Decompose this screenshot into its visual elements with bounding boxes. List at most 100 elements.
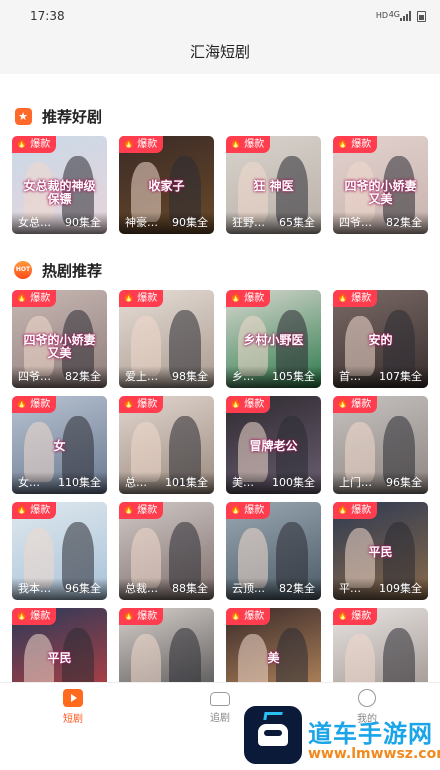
poster-title: 女 bbox=[53, 439, 66, 453]
episode-count: 98集全 bbox=[172, 370, 208, 383]
fire-icon: 🔥 bbox=[16, 399, 28, 409]
hot-badge: 🔥 爆款 bbox=[333, 502, 378, 519]
card-caption: 乡… 105集全 bbox=[226, 366, 321, 388]
poster-title: 美 bbox=[267, 651, 280, 665]
drama-card[interactable]: 🔥 爆款云顶… 82集全 bbox=[226, 502, 321, 600]
episode-count: 109集全 bbox=[379, 582, 422, 595]
poster-title: 狂 神医 bbox=[253, 179, 294, 193]
hot-badge: 🔥 爆款 bbox=[226, 136, 271, 153]
drama-card[interactable]: 🔥 爆款 bbox=[333, 608, 428, 682]
fire-icon: 🔥 bbox=[337, 611, 349, 621]
fire-icon: 🔥 bbox=[16, 139, 28, 149]
drama-name: 我本… bbox=[18, 582, 51, 595]
star-icon: ★ bbox=[14, 107, 32, 125]
badge-label: 爆款 bbox=[244, 293, 265, 304]
hot-badge: 🔥 爆款 bbox=[333, 396, 378, 413]
card-caption: 总裁… 88集全 bbox=[119, 578, 214, 600]
fire-icon: 🔥 bbox=[123, 293, 135, 303]
episode-count: 88集全 bbox=[172, 582, 208, 595]
card-caption: 狂野… 65集全 bbox=[226, 212, 321, 234]
drama-card[interactable]: 女总裁的神级保镖 🔥 爆款 女总… 90集全 bbox=[12, 136, 107, 234]
fire-icon: 🔥 bbox=[230, 293, 242, 303]
card-caption: 上门… 96集全 bbox=[333, 472, 428, 494]
drama-card[interactable]: 🔥 爆款 爱上… 98集全 bbox=[119, 290, 214, 388]
badge-label: 爆款 bbox=[30, 399, 51, 410]
hot-badge: 🔥 爆款 bbox=[119, 136, 164, 153]
drama-name: 女… bbox=[18, 476, 40, 489]
poster-title: 收家子 bbox=[148, 179, 185, 193]
card-caption: 平… 109集全 bbox=[333, 578, 428, 600]
badge-label: 爆款 bbox=[351, 505, 372, 516]
signal-type-label: 4G bbox=[388, 10, 400, 19]
section-recommended: ★ 推荐好剧 bbox=[14, 104, 102, 128]
drama-card[interactable]: 女 🔥 爆款 女… 110集全 bbox=[12, 396, 107, 494]
hot-badge: 🔥 爆款 bbox=[333, 136, 378, 153]
episode-count: 82集全 bbox=[279, 582, 315, 595]
watermark-logo bbox=[244, 706, 302, 764]
drama-card[interactable]: 美 🔥 爆款 bbox=[226, 608, 321, 682]
drama-card[interactable]: 收家子 🔥 爆款神豪… 90集全 bbox=[119, 136, 214, 234]
drama-card[interactable]: 🔥 爆款 bbox=[119, 608, 214, 682]
drama-card[interactable]: 四爷的小娇妻又美 🔥 爆款四爷… 82集全 bbox=[12, 290, 107, 388]
fire-icon: 🔥 bbox=[16, 293, 28, 303]
drama-card[interactable]: 乡村小野医 🔥 爆款 乡… 105集全 bbox=[226, 290, 321, 388]
episode-count: 100集全 bbox=[272, 476, 315, 489]
hot-badge: 🔥 爆款 bbox=[226, 502, 271, 519]
hot-badge: 🔥 爆款 bbox=[119, 608, 164, 625]
drama-card[interactable]: 狂 神医 🔥 爆款狂野… 65集全 bbox=[226, 136, 321, 234]
drama-card[interactable]: 平民 🔥 爆款 bbox=[12, 608, 107, 682]
card-caption: 首… 107集全 bbox=[333, 366, 428, 388]
drama-card[interactable]: 🔥 爆款上门… 96集全 bbox=[333, 396, 428, 494]
drama-card[interactable]: 冒牌老公 🔥 爆款 美… 100集全 bbox=[226, 396, 321, 494]
card-caption: 云顶… 82集全 bbox=[226, 578, 321, 600]
badge-label: 爆款 bbox=[244, 399, 265, 410]
drama-name: 云顶… bbox=[232, 582, 265, 595]
face-icon bbox=[358, 689, 376, 707]
fire-icon: 🔥 bbox=[337, 399, 349, 409]
drama-card[interactable]: 平民 🔥 爆款 平… 109集全 bbox=[333, 502, 428, 600]
sofa-icon bbox=[210, 692, 230, 706]
fire-icon: 🔥 bbox=[337, 293, 349, 303]
fire-icon: 🔥 bbox=[123, 139, 135, 149]
drama-card[interactable]: 四爷的小娇妻又美 🔥 爆款 四爷… 82集全 bbox=[333, 136, 428, 234]
episode-count: 90集全 bbox=[172, 216, 208, 229]
drama-name: 上门… bbox=[339, 476, 372, 489]
drama-name: 首… bbox=[339, 370, 361, 383]
poster-title: 平民 bbox=[47, 651, 72, 665]
badge-label: 爆款 bbox=[30, 611, 51, 622]
badge-label: 爆款 bbox=[351, 399, 372, 410]
drama-card[interactable]: 🔥 爆款 总裁… 88集全 bbox=[119, 502, 214, 600]
drama-name: 总裁… bbox=[125, 582, 158, 595]
drama-name: 总… bbox=[125, 476, 147, 489]
drama-name: 狂野… bbox=[232, 216, 265, 229]
badge-label: 爆款 bbox=[30, 505, 51, 516]
badge-label: 爆款 bbox=[244, 611, 265, 622]
battery-icon bbox=[417, 11, 426, 22]
drama-name: 神豪… bbox=[125, 216, 158, 229]
drama-card[interactable]: 🔥 爆款 我本… 96集全 bbox=[12, 502, 107, 600]
episode-count: 105集全 bbox=[272, 370, 315, 383]
play-icon bbox=[63, 689, 83, 707]
badge-label: 爆款 bbox=[30, 293, 51, 304]
drama-card[interactable]: 安的 🔥 爆款 首… 107集全 bbox=[333, 290, 428, 388]
hot-badge: 🔥 爆款 bbox=[333, 608, 378, 625]
poster-title: 四爷的小娇妻又美 bbox=[23, 333, 96, 360]
drama-card[interactable]: 🔥 爆款 总… 101集全 bbox=[119, 396, 214, 494]
fire-icon: 🔥 bbox=[230, 139, 242, 149]
drama-name: 四爷… bbox=[339, 216, 372, 229]
card-caption: 神豪… 90集全 bbox=[119, 212, 214, 234]
episode-count: 82集全 bbox=[65, 370, 101, 383]
tab-short-drama[interactable]: 短剧 bbox=[33, 689, 113, 725]
hot-badge: 🔥 爆款 bbox=[12, 608, 57, 625]
signal-icon bbox=[400, 11, 414, 21]
drama-name: 四爷… bbox=[18, 370, 51, 383]
section-hot: HOT 热剧推荐 bbox=[14, 258, 102, 282]
episode-count: 96集全 bbox=[65, 582, 101, 595]
fire-icon: 🔥 bbox=[230, 399, 242, 409]
episode-count: 82集全 bbox=[386, 216, 422, 229]
card-caption: 我本… 96集全 bbox=[12, 578, 107, 600]
app-header: 汇海短剧 bbox=[0, 34, 440, 74]
card-caption: 四爷… 82集全 bbox=[12, 366, 107, 388]
section-title: 推荐好剧 bbox=[42, 107, 103, 126]
main-content[interactable]: ★ 推荐好剧 女总裁的神级保镖 🔥 爆款 女总… 90集全 收家子 🔥 爆款 神豪… 90集全狂 … bbox=[0, 74, 440, 682]
